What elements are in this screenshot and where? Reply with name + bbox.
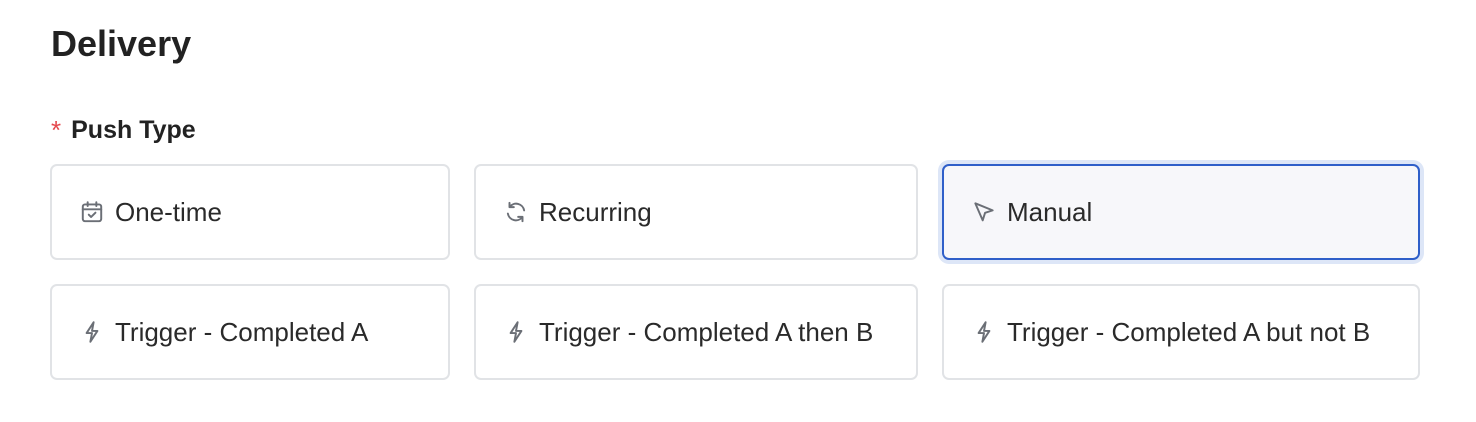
option-label: Manual <box>1007 196 1093 227</box>
push-type-option-one-time[interactable]: One-time <box>50 164 450 260</box>
option-label: One-time <box>115 196 222 227</box>
refresh-icon <box>503 199 529 225</box>
push-type-option-manual[interactable]: Manual <box>942 164 1420 260</box>
lightning-icon <box>503 319 529 345</box>
push-type-option-trigger-completed-a-then-b[interactable]: Trigger - Completed A then B <box>474 284 918 380</box>
option-label: Trigger - Completed A then B <box>539 316 874 347</box>
option-label: Trigger - Completed A <box>115 316 369 347</box>
lightning-icon <box>971 319 997 345</box>
section-title: Delivery <box>51 23 192 64</box>
lightning-icon <box>79 319 105 345</box>
calendar-check-icon <box>79 199 105 225</box>
push-type-option-trigger-completed-a[interactable]: Trigger - Completed A <box>50 284 450 380</box>
push-type-label-text: Push Type <box>71 115 196 144</box>
push-type-option-trigger-completed-a-but-not-b[interactable]: Trigger - Completed A but not B <box>942 284 1420 380</box>
cursor-pointer-icon <box>971 199 997 225</box>
push-type-label: * Push Type <box>51 112 196 148</box>
option-label: Trigger - Completed A but not B <box>1007 316 1371 347</box>
required-mark: * <box>51 114 62 145</box>
push-type-option-recurring[interactable]: Recurring <box>474 164 918 260</box>
option-label: Recurring <box>539 196 652 227</box>
